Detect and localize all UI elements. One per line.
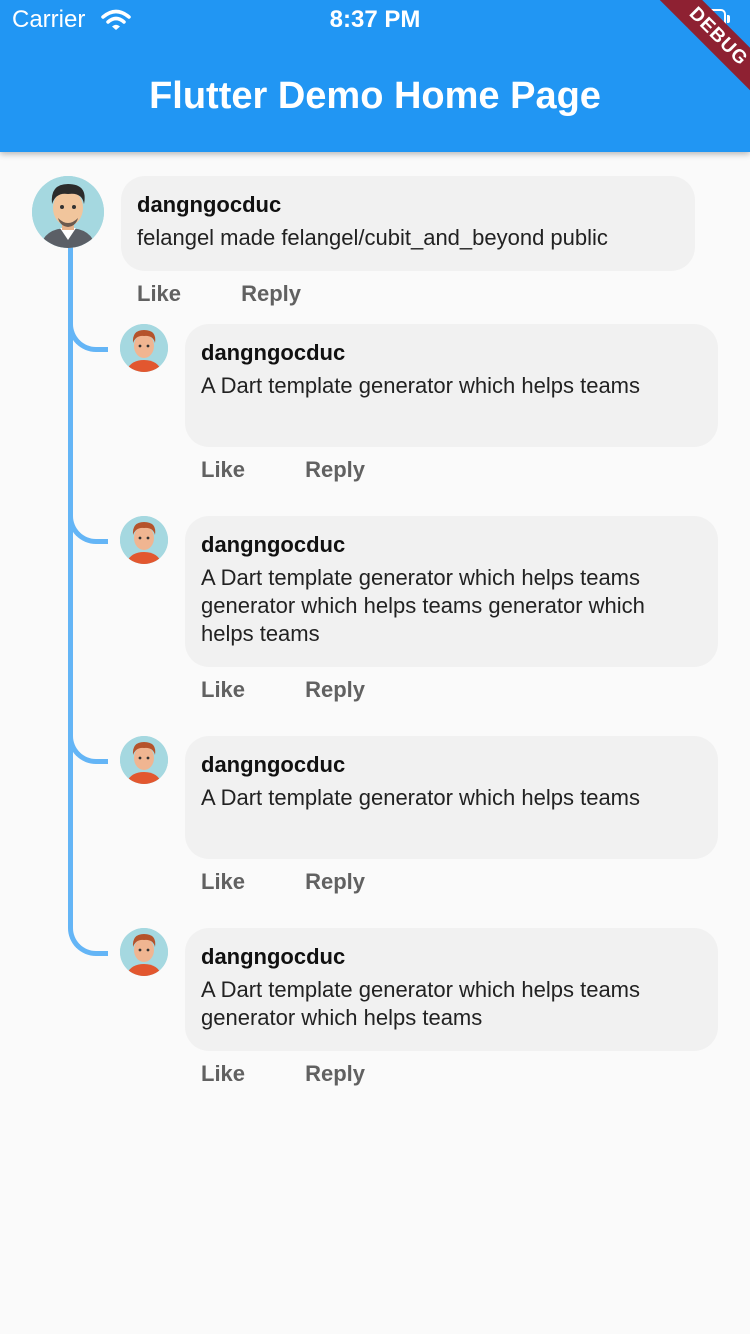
comment-author[interactable]: dangngocduc bbox=[201, 942, 702, 972]
thread-connector bbox=[68, 514, 108, 544]
like-button[interactable]: Like bbox=[201, 1061, 299, 1087]
comment-actions: Like Reply bbox=[137, 281, 301, 307]
comment-author[interactable]: dangngocduc bbox=[201, 530, 702, 560]
clock-label: 8:37 PM bbox=[329, 6, 421, 33]
man-with-beard-avatar-icon[interactable] bbox=[32, 176, 104, 248]
comment-text: A Dart template generator which helps te… bbox=[201, 565, 645, 646]
thread-connector bbox=[68, 734, 108, 764]
status-bar: Carrier 8:37 PM bbox=[0, 0, 750, 40]
redhead-man-avatar-icon[interactable] bbox=[120, 324, 168, 372]
reply-button[interactable]: Reply bbox=[305, 869, 365, 895]
comment-author[interactable]: dangngocduc bbox=[201, 338, 702, 368]
thread-line bbox=[68, 246, 73, 926]
reply-button[interactable]: Reply bbox=[305, 677, 365, 703]
comment-actions: Like Reply bbox=[201, 677, 365, 703]
comment-actions: Like Reply bbox=[201, 457, 365, 483]
thread-connector bbox=[68, 926, 108, 956]
reply-button[interactable]: Reply bbox=[305, 457, 365, 483]
comment-text: A Dart template generator which helps te… bbox=[201, 977, 641, 1030]
like-button[interactable]: Like bbox=[201, 677, 299, 703]
page-title: Flutter Demo Home Page bbox=[149, 75, 601, 117]
thread-connector bbox=[68, 322, 108, 352]
comment-actions: Like Reply bbox=[201, 869, 365, 895]
comment-text: A Dart template generator which helps te… bbox=[201, 785, 641, 810]
redhead-man-avatar-icon[interactable] bbox=[120, 516, 168, 564]
like-button[interactable]: Like bbox=[201, 869, 299, 895]
comment-author[interactable]: dangngocduc bbox=[201, 750, 702, 780]
redhead-man-avatar-icon[interactable] bbox=[120, 736, 168, 784]
reply-button[interactable]: Reply bbox=[305, 1061, 365, 1087]
reply-bubble: dangngocduc A Dart template generator wh… bbox=[185, 324, 718, 447]
reply-bubble: dangngocduc A Dart template generator wh… bbox=[185, 928, 718, 1051]
reply-bubble: dangngocduc A Dart template generator wh… bbox=[185, 736, 718, 859]
comment-actions: Like Reply bbox=[201, 1061, 365, 1087]
comment-author[interactable]: dangngocduc bbox=[137, 190, 679, 220]
comment-text: felangel made felangel/cubit_and_beyond … bbox=[137, 225, 608, 250]
app-bar: Carrier 8:37 PM Flutter Demo Home Page D… bbox=[0, 0, 750, 152]
comment-text: A Dart template generator which helps te… bbox=[201, 373, 641, 398]
reply-button[interactable]: Reply bbox=[241, 281, 301, 307]
like-button[interactable]: Like bbox=[137, 281, 235, 307]
comment-bubble: dangngocduc felangel made felangel/cubit… bbox=[121, 176, 695, 271]
reply-bubble: dangngocduc A Dart template generator wh… bbox=[185, 516, 718, 667]
redhead-man-avatar-icon[interactable] bbox=[120, 928, 168, 976]
like-button[interactable]: Like bbox=[201, 457, 299, 483]
